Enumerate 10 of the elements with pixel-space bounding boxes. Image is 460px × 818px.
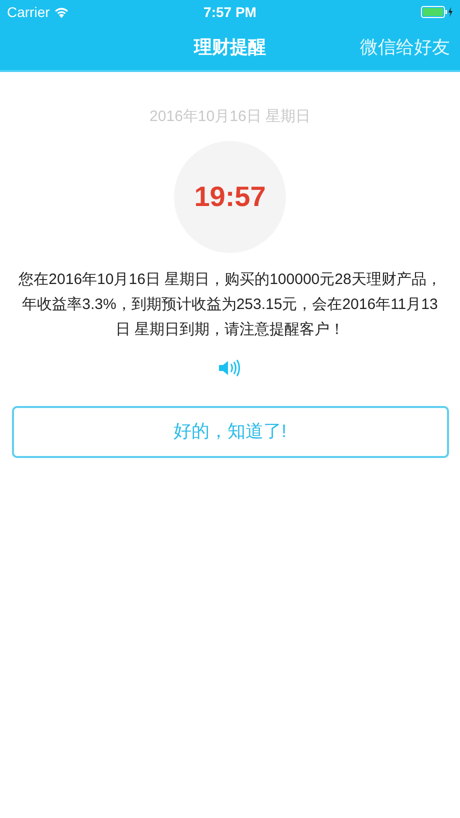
speaker-icon[interactable]	[218, 358, 242, 378]
nav-title: 理财提醒	[194, 36, 266, 58]
clock-time: 19:57	[194, 180, 266, 214]
battery-charging-icon	[421, 6, 453, 18]
wifi-icon	[54, 6, 69, 18]
status-time: 7:57 PM	[204, 2, 256, 22]
confirm-button[interactable]: 好的，知道了!	[12, 406, 448, 458]
share-wechat-button[interactable]: 微信给好友	[360, 34, 450, 60]
reminder-message: 您在2016年10月16日 星期日，购买的100000元28天理财产品，年收益率3.3%，到期预计收益为253.15元，会在2016年11月13日 星期日到期，请注意提醒客户！	[18, 270, 442, 340]
carrier-label: Carrier	[7, 2, 50, 22]
